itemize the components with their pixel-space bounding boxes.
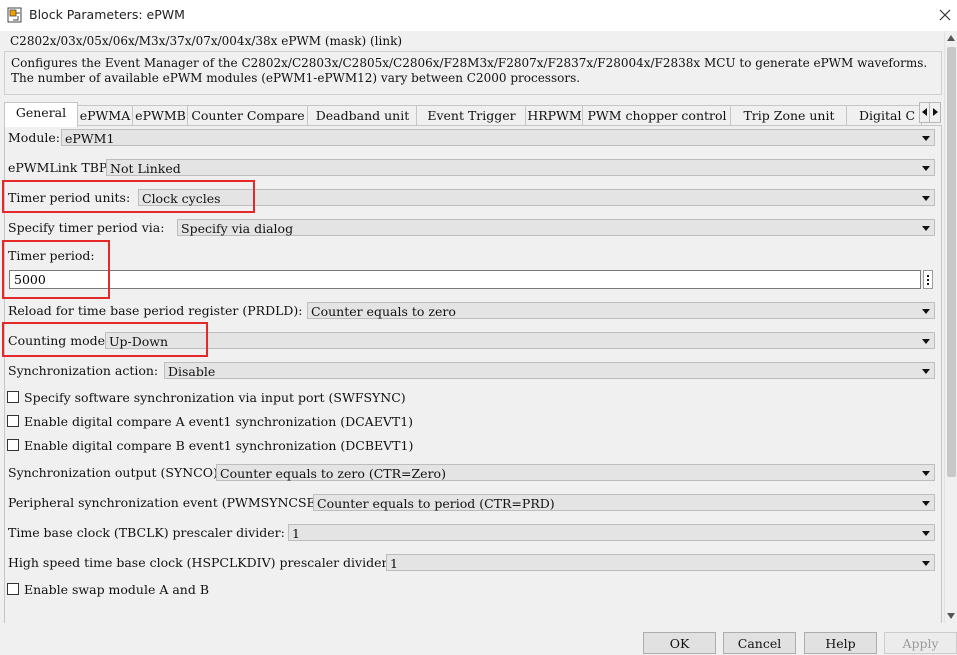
tab-general[interactable]: General [4,102,78,127]
tbclk-label: Time base clock (TBCLK) prescaler divide… [8,525,285,540]
tab-counter-compare[interactable]: Counter Compare [187,105,309,126]
apply-button[interactable]: Apply [884,632,957,654]
chevron-down-icon [922,226,930,231]
tab-pwm-chopper-control[interactable]: PWM chopper control [582,105,732,126]
description-line: The number of available ePWM modules (eP… [11,71,581,85]
counting-mode-value: Up-Down [109,334,169,349]
chevron-down-icon [922,531,930,536]
module-dropdown[interactable]: ePWM1 [61,129,935,146]
vertical-scrollbar[interactable] [944,31,957,623]
chevron-down-icon [922,561,930,566]
module-value: ePWM1 [65,131,115,146]
scrollbar-thumb[interactable] [947,47,956,477]
epwmlink-tbprd-dropdown[interactable]: Not Linked [106,159,935,176]
chevron-down-icon [922,339,930,344]
dcaevt1-checkbox[interactable] [7,415,19,427]
arrow-right-icon [933,108,938,116]
help-button[interactable]: Help [804,632,877,654]
title-bar: Block Parameters: ePWM [0,0,957,31]
tab-trip-zone-unit[interactable]: Trip Zone unit [730,105,848,126]
chevron-down-icon [922,166,930,171]
pwmsyncsel-dropdown[interactable]: Counter equals to period (CTR=PRD) [313,494,935,511]
timer-period-units-label: Timer period units: [8,190,131,205]
timer-period-units-dropdown[interactable]: Clock cycles [138,189,935,206]
chevron-down-icon [922,501,930,506]
window-title: Block Parameters: ePWM [29,7,185,22]
synco-label: Synchronization output (SYNCO): [8,465,223,480]
tab-epwma[interactable]: ePWMA [76,105,134,126]
specify-timer-period-via-value: Specify via dialog [181,221,294,236]
tab-bar: General ePWMA ePWMB Counter Compare Dead… [4,102,940,127]
description-line: Configures the Event Manager of the C280… [11,56,928,70]
timer-period-label: Timer period: [8,248,95,263]
hspclkdiv-dropdown[interactable]: 1 [386,554,935,571]
close-icon[interactable] [938,8,952,22]
timer-period-units-value: Clock cycles [142,191,221,206]
module-label: Module: [8,130,60,145]
mask-description: Configures the Event Manager of the C280… [4,51,942,95]
more-options-button[interactable] [923,270,933,289]
ok-button[interactable]: OK [643,632,716,654]
hspclkdiv-value: 1 [390,556,398,571]
chevron-down-icon [922,471,930,476]
sync-action-value: Disable [168,364,216,379]
prdld-label: Reload for time base period register (PR… [8,303,303,318]
swfsync-checkbox[interactable] [7,391,19,403]
tab-event-trigger[interactable]: Event Trigger [416,105,527,126]
chevron-down-icon [922,309,930,314]
chevron-down-icon [922,196,930,201]
dialog-content: C2802x/03x/05x/06x/M3x/37x/07x/004x/38x … [0,31,944,623]
pwmsyncsel-label: Peripheral synchronization event (PWMSYN… [8,495,334,510]
tbclk-value: 1 [292,526,300,541]
arrow-left-icon [922,108,927,116]
swap-module-label: Enable swap module A and B [24,582,210,597]
epwmlink-tbprd-value: Not Linked [110,161,181,176]
dcbevt1-checkbox[interactable] [7,439,19,451]
mask-title: C2802x/03x/05x/06x/M3x/37x/07x/004x/38x … [10,34,403,48]
tab-scroll-right-button[interactable] [929,102,941,123]
tab-deadband-unit[interactable]: Deadband unit [307,105,418,126]
prdld-dropdown[interactable]: Counter equals to zero [307,302,935,319]
timer-period-input[interactable] [9,270,921,289]
dcaevt1-label: Enable digital compare A event1 synchron… [24,414,414,429]
scroll-up-icon[interactable] [947,35,955,41]
swap-module-checkbox[interactable] [7,583,19,595]
tab-digital-compare[interactable]: Digital C [846,105,922,125]
dcbevt1-label: Enable digital compare B event1 synchron… [24,438,414,453]
cancel-button[interactable]: Cancel [723,632,796,654]
hspclkdiv-label: High speed time base clock (HSPCLKDIV) p… [8,555,392,570]
scroll-down-icon[interactable] [947,613,955,619]
counting-mode-dropdown[interactable]: Up-Down [105,332,935,349]
simulink-block-icon [7,7,22,23]
prdld-value: Counter equals to zero [311,304,456,319]
specify-timer-period-via-label: Specify timer period via: [8,220,165,235]
chevron-down-icon [922,136,930,141]
counting-mode-label: Counting mode: [8,333,110,348]
tab-epwmb[interactable]: ePWMB [132,105,189,126]
synco-value: Counter equals to zero (CTR=Zero) [220,466,446,481]
sync-action-dropdown[interactable]: Disable [164,362,935,379]
sync-action-label: Synchronization action: [8,363,159,378]
swfsync-label: Specify software synchronization via inp… [24,390,406,405]
specify-timer-period-via-dropdown[interactable]: Specify via dialog [177,219,935,236]
tbclk-dropdown[interactable]: 1 [288,524,935,541]
pwmsyncsel-value: Counter equals to period (CTR=PRD) [317,496,555,511]
chevron-down-icon [922,369,930,374]
tab-hrpwm[interactable]: HRPWM [525,105,584,126]
synco-dropdown[interactable]: Counter equals to zero (CTR=Zero) [216,464,935,481]
